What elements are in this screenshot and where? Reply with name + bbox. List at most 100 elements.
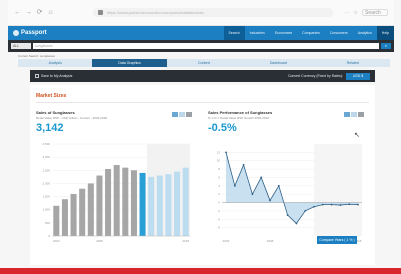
point-2010: [286, 214, 289, 216]
point-2008: [269, 199, 271, 202]
point-2007: [260, 176, 263, 179]
bar-2011: [122, 167, 129, 236]
y-tick-label: 4: [218, 184, 220, 188]
currency-label: Convert Currency (Fixed by Rates):: [287, 74, 343, 78]
point-2016: [339, 204, 342, 206]
bar-2013: [139, 172, 146, 236]
sales-card: Sales of Sunglasses Retail Value RSP - U…: [36, 110, 194, 255]
tab-analysis[interactable]: Analysis: [18, 59, 92, 67]
x-tick-label: 2018: [182, 239, 189, 243]
compare-years-button[interactable]: Compare Years ( 1 % ): [317, 236, 357, 244]
bar-chart-icon[interactable]: [344, 112, 350, 117]
y-tick-label: -6: [217, 226, 220, 230]
point-2015: [330, 203, 333, 206]
content-panel: Market Sizes Sales of Sunglasses Retail …: [30, 85, 375, 265]
bar-2008: [96, 175, 103, 236]
y-tick-label: 10: [217, 159, 221, 163]
passport-logo[interactable]: Passport: [13, 30, 47, 36]
browser-search-box[interactable]: Search: [362, 9, 388, 16]
breadcrumb[interactable]: Current Search: sunglasses: [18, 54, 55, 58]
more-icon[interactable]: ⋯: [345, 10, 350, 16]
growth-area-chart: 121086420-2-4-62003 2008 2018: [217, 144, 362, 243]
nav-analytics[interactable]: Analytics: [353, 26, 377, 40]
address-text: https://www.portal.euromonitor.com/porta…: [107, 10, 204, 15]
search-row: ALL sunglasses ⌕: [8, 40, 394, 52]
nav-companies[interactable]: Companies: [297, 26, 325, 40]
bar-2006: [79, 188, 86, 236]
nav-help[interactable]: Help: [376, 26, 394, 40]
point-2006: [251, 193, 254, 196]
point-2014: [321, 203, 324, 206]
table-icon[interactable]: [186, 112, 192, 117]
lock-icon: [98, 10, 103, 15]
x-tick-label: 2003: [223, 239, 230, 243]
bar-2003: [53, 205, 60, 236]
search-button[interactable]: ⌕: [381, 43, 391, 49]
app-header: Passport Search Industries Economies Com…: [8, 26, 394, 40]
category-select[interactable]: ALL: [11, 43, 31, 49]
x-tick-label: 2008: [267, 239, 274, 243]
result-tabs: Analysis Data Graphics Context Dashboard…: [18, 59, 390, 67]
line-chart-icon[interactable]: [179, 112, 185, 117]
growth-chart-type-switch: [344, 112, 364, 117]
logo-text: Passport: [21, 30, 47, 36]
growth-card-value: -0.5%: [208, 122, 237, 134]
bar-2010: [113, 165, 120, 236]
logo-icon: [13, 30, 19, 36]
taskbar-strip: [0, 268, 401, 274]
home-icon[interactable]: ⌂: [47, 9, 54, 16]
nav-search[interactable]: Search: [223, 26, 245, 40]
sales-chart-type-switch: [172, 112, 192, 117]
y-tick-label: 12: [217, 150, 221, 154]
bar-2018: [182, 167, 189, 236]
y-tick-label: -4: [217, 217, 220, 221]
top-navigation: Search Industries Economies Companies Co…: [223, 26, 394, 40]
section-divider: [36, 102, 369, 103]
screenshot: ← → ⟳ ⌂ https://www.portal.euromonitor.c…: [0, 0, 401, 274]
y-tick-label: 500: [45, 221, 50, 225]
point-2004: [233, 184, 236, 187]
sales-card-value: 3,142: [36, 122, 64, 134]
y-tick-label: 3,000: [42, 155, 50, 159]
line-chart-icon[interactable]: [351, 112, 357, 117]
point-2005: [242, 164, 245, 166]
mouse-cursor-icon: ↖: [354, 132, 360, 139]
y-tick-label: -2: [217, 209, 220, 213]
point-2003: [225, 151, 227, 154]
currency-select[interactable]: USD $: [346, 72, 370, 80]
sales-card-subtitle: Retail Value RSP - USD million - Current…: [36, 116, 107, 120]
browser-toolbar: ← → ⟳ ⌂ https://www.portal.euromonitor.c…: [8, 0, 394, 26]
bar-chart-icon[interactable]: [172, 112, 178, 117]
y-tick-label: 1,000: [42, 208, 50, 212]
growth-card-title: Sales Performance of Sunglasses: [208, 110, 273, 115]
table-icon[interactable]: [358, 112, 364, 117]
back-icon[interactable]: ←: [14, 9, 21, 16]
tab-related[interactable]: Related: [316, 59, 390, 67]
growth-card-subtitle: % Y-O-Y Retail Value RSP Growth 2003-201…: [208, 116, 269, 120]
tab-data-graphics[interactable]: Data Graphics: [92, 59, 167, 67]
bar-2012: [130, 170, 137, 236]
save-analysis-button[interactable]: Save to My Analysis: [35, 74, 72, 78]
browser-right-tools: ⋯ ☆ Search: [345, 9, 388, 16]
refresh-icon[interactable]: ⟳: [36, 9, 43, 16]
forward-icon[interactable]: →: [25, 9, 32, 16]
save-label: Save to My Analysis: [41, 74, 73, 78]
y-tick-label: 6: [218, 175, 220, 179]
tab-dashboard[interactable]: Dashboard: [241, 59, 315, 67]
nav-economies[interactable]: Economies: [270, 26, 297, 40]
search-input[interactable]: sunglasses: [33, 43, 379, 49]
nav-industries[interactable]: Industries: [245, 26, 270, 40]
y-tick-label: 2: [218, 192, 220, 196]
action-bar: Save to My Analysis Convert Currency (Fi…: [30, 70, 375, 82]
point-2009: [277, 184, 280, 187]
forecast-shade: [314, 144, 362, 236]
bar-2017: [174, 171, 181, 236]
point-2017: [348, 203, 351, 206]
address-bar[interactable]: https://www.portal.euromonitor.com/porta…: [93, 8, 333, 17]
x-tick-label: 2003: [53, 239, 60, 243]
nav-consumers[interactable]: Consumers: [325, 26, 353, 40]
section-title: Market Sizes: [36, 93, 67, 99]
save-icon: [35, 74, 39, 78]
star-icon[interactable]: ☆: [354, 10, 358, 16]
tab-context[interactable]: Context: [167, 59, 241, 67]
